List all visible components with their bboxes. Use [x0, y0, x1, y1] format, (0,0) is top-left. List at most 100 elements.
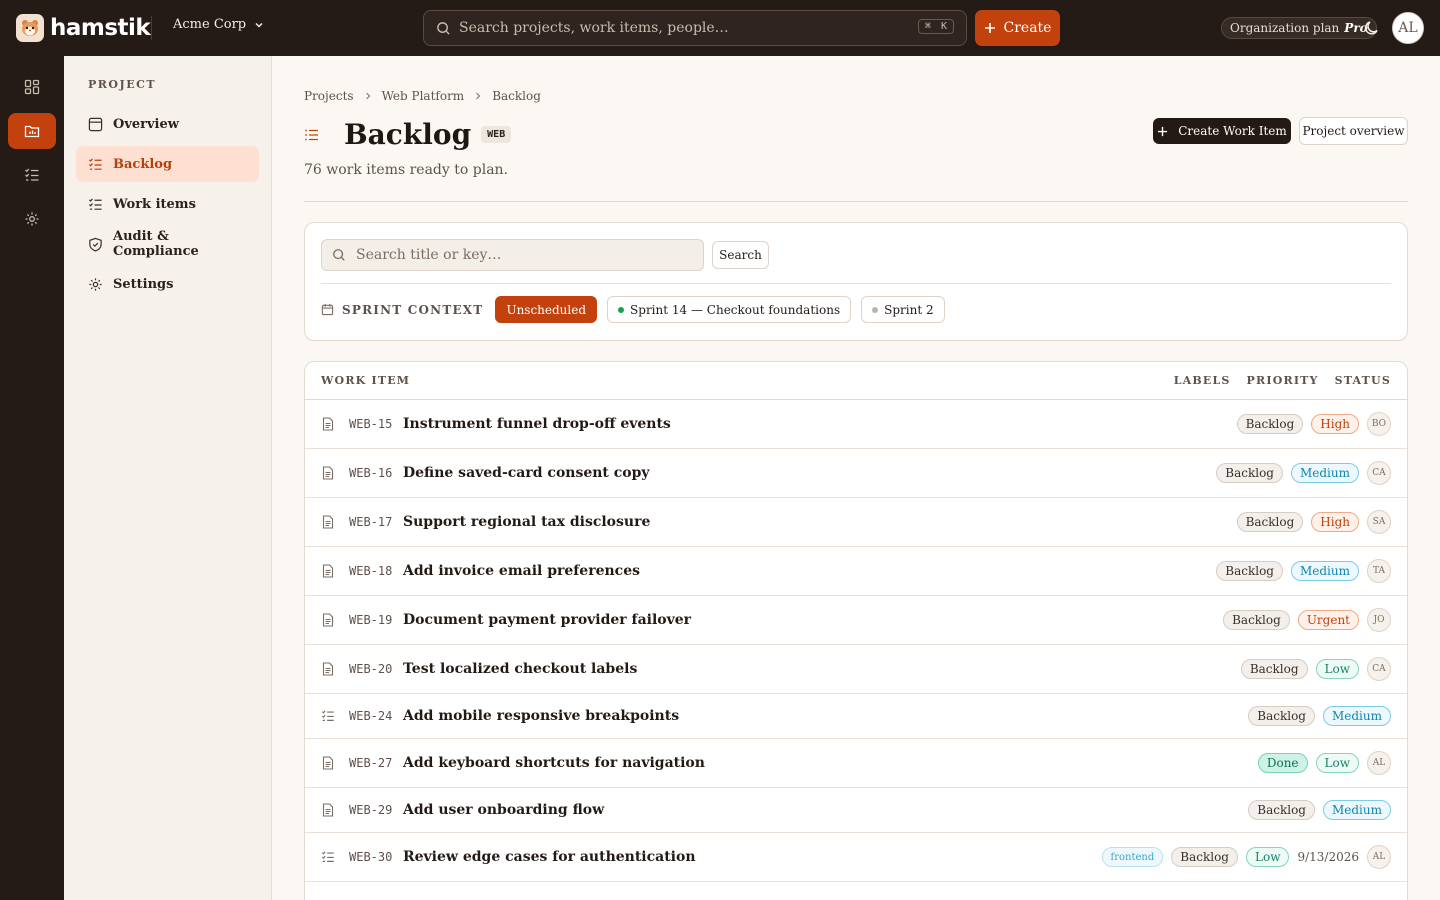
priority-badge[interactable]: Medium	[1322, 800, 1391, 820]
sprint-chip-label: Sprint 14 — Checkout foundations	[630, 302, 841, 317]
status-badge[interactable]: Backlog	[1248, 706, 1315, 726]
status-badge[interactable]: Backlog	[1223, 610, 1290, 630]
table-row[interactable]	[305, 882, 1407, 900]
dashboard-icon	[24, 79, 40, 95]
table-row[interactable]: WEB-16 Define saved-card consent copy Ba…	[305, 449, 1407, 498]
icon-rail	[0, 56, 64, 900]
priority-badge[interactable]: Low	[1315, 753, 1359, 773]
work-item-title[interactable]: Document payment provider failover	[403, 612, 691, 628]
layout-icon	[88, 117, 103, 131]
rail-projects[interactable]	[8, 113, 56, 149]
due-date: 9/13/2026	[1297, 850, 1359, 864]
col-status: STATUS	[1334, 374, 1391, 387]
priority-badge[interactable]: Low	[1315, 659, 1359, 679]
table-row[interactable]: WEB-24 Add mobile responsive breakpoints…	[305, 694, 1407, 739]
status-badge[interactable]: Backlog	[1216, 463, 1283, 483]
status-badge[interactable]: Backlog	[1171, 847, 1238, 867]
status-badge[interactable]: Backlog	[1248, 800, 1315, 820]
sprint-chip-sprint-14[interactable]: Sprint 14 — Checkout foundations	[607, 296, 852, 323]
rail-dashboard[interactable]	[8, 69, 56, 105]
sprint-context-text: SPRINT CONTEXT	[342, 302, 484, 317]
work-item-title[interactable]: Review edge cases for authentication	[403, 849, 696, 865]
work-item-title[interactable]: Define saved-card consent copy	[403, 465, 650, 481]
assignee-avatar[interactable]: SA	[1367, 510, 1391, 534]
assignee-avatar[interactable]: AL	[1367, 845, 1391, 869]
work-item-key: WEB-20	[349, 662, 393, 676]
table-row[interactable]: WEB-29 Add user onboarding flow Backlog …	[305, 788, 1407, 833]
table-row[interactable]: WEB-27 Add keyboard shortcuts for naviga…	[305, 739, 1407, 788]
project-overview-button[interactable]: Project overview	[1299, 117, 1408, 145]
work-item-title[interactable]: Add mobile responsive breakpoints	[403, 708, 679, 724]
global-search-input[interactable]: Search projects, work items, people… ⌘ K	[423, 10, 967, 46]
status-badge[interactable]: Backlog	[1240, 659, 1308, 679]
breadcrumb-projects[interactable]: Projects	[304, 89, 354, 103]
create-button[interactable]: Create	[975, 10, 1060, 46]
priority-badge[interactable]: Low	[1246, 847, 1290, 867]
checklist-icon	[321, 710, 334, 721]
backlog-search-input[interactable]: Search title or key…	[321, 239, 704, 271]
create-work-item-button[interactable]: Create Work Item	[1153, 118, 1291, 144]
sprint-chip-unscheduled[interactable]: Unscheduled	[495, 296, 598, 323]
work-item-key: WEB-19	[349, 613, 393, 627]
table-header: WORK ITEM LABELS PRIORITY STATUS	[305, 362, 1407, 400]
assignee-avatar[interactable]: TA	[1367, 559, 1391, 583]
org-switcher[interactable]: Acme Corp	[173, 17, 264, 32]
brand-logo[interactable]: hamstik	[16, 14, 151, 42]
work-item-title[interactable]: Test localized checkout labels	[403, 661, 637, 677]
assignee-avatar[interactable]: JO	[1367, 608, 1391, 632]
status-badge[interactable]: Done	[1257, 753, 1308, 773]
table-row[interactable]: WEB-15 Instrument funnel drop-off events…	[305, 400, 1407, 449]
status-badge[interactable]: Backlog	[1236, 512, 1304, 532]
sidebar-item-work-items[interactable]: Work items	[76, 186, 259, 222]
breadcrumb-project[interactable]: Web Platform	[382, 89, 465, 103]
sidebar-item-audit-compliance[interactable]: Audit & Compliance	[76, 226, 259, 262]
sidebar-item-overview[interactable]: Overview	[76, 106, 259, 142]
table-row[interactable]: WEB-19 Document payment provider failove…	[305, 596, 1407, 645]
work-item-key: WEB-27	[349, 756, 393, 770]
calendar-icon	[321, 303, 334, 316]
work-item-title[interactable]: Add keyboard shortcuts for navigation	[403, 755, 705, 771]
table-row[interactable]: WEB-30 Review edge cases for authenticat…	[305, 833, 1407, 882]
doc-icon	[322, 466, 334, 480]
assignee-avatar[interactable]: CA	[1367, 461, 1391, 485]
plan-badge[interactable]: Organization plan Pro	[1221, 17, 1377, 39]
theme-toggle[interactable]	[1363, 19, 1381, 37]
assignee-avatar[interactable]: BO	[1367, 412, 1391, 436]
priority-badge[interactable]: Medium	[1290, 561, 1359, 581]
table-row[interactable]: WEB-18 Add invoice email preferences Bac…	[305, 547, 1407, 596]
header-divider	[304, 201, 1408, 202]
plus-icon	[1158, 126, 1168, 136]
filter-panel: Search title or key… Search SPRINT CONTE…	[304, 222, 1408, 341]
brand-name: hamstik	[50, 15, 151, 41]
chevron-right-icon	[476, 92, 481, 100]
checklist-icon	[321, 851, 334, 862]
assignee-avatar[interactable]: AL	[1367, 751, 1391, 775]
work-item-title[interactable]: Add invoice email preferences	[403, 563, 640, 579]
breadcrumb-current: Backlog	[492, 89, 541, 103]
label-tag[interactable]: frontend	[1101, 847, 1164, 867]
chevron-down-icon	[255, 22, 263, 28]
sidebar-item-settings[interactable]: Settings	[76, 266, 259, 302]
search-button[interactable]: Search	[712, 241, 769, 269]
priority-badge[interactable]: High	[1311, 414, 1359, 434]
rail-settings[interactable]	[8, 201, 56, 237]
work-item-title[interactable]: Support regional tax disclosure	[403, 514, 650, 530]
sidebar-item-backlog[interactable]: Backlog	[76, 146, 259, 182]
work-item-title[interactable]: Instrument funnel drop-off events	[403, 416, 671, 432]
priority-badge[interactable]: Medium	[1322, 706, 1391, 726]
rail-work-items[interactable]	[8, 157, 56, 193]
table-row[interactable]: WEB-20 Test localized checkout labels Ba…	[305, 645, 1407, 694]
user-avatar[interactable]: AL	[1392, 12, 1424, 44]
priority-badge[interactable]: Medium	[1290, 463, 1359, 483]
sprint-chip-sprint-2[interactable]: Sprint 2	[861, 296, 945, 323]
col-group-right: LABELS PRIORITY STATUS	[1174, 374, 1391, 387]
status-badge[interactable]: Backlog	[1236, 414, 1304, 434]
priority-badge[interactable]: High	[1311, 512, 1359, 532]
work-item-title[interactable]: Add user onboarding flow	[403, 802, 604, 818]
doc-icon	[322, 417, 334, 431]
checklist-icon	[88, 157, 102, 170]
assignee-avatar[interactable]: CA	[1367, 657, 1391, 681]
table-row[interactable]: WEB-17 Support regional tax disclosure B…	[305, 498, 1407, 547]
status-badge[interactable]: Backlog	[1216, 561, 1283, 581]
priority-badge[interactable]: Urgent	[1297, 610, 1359, 630]
